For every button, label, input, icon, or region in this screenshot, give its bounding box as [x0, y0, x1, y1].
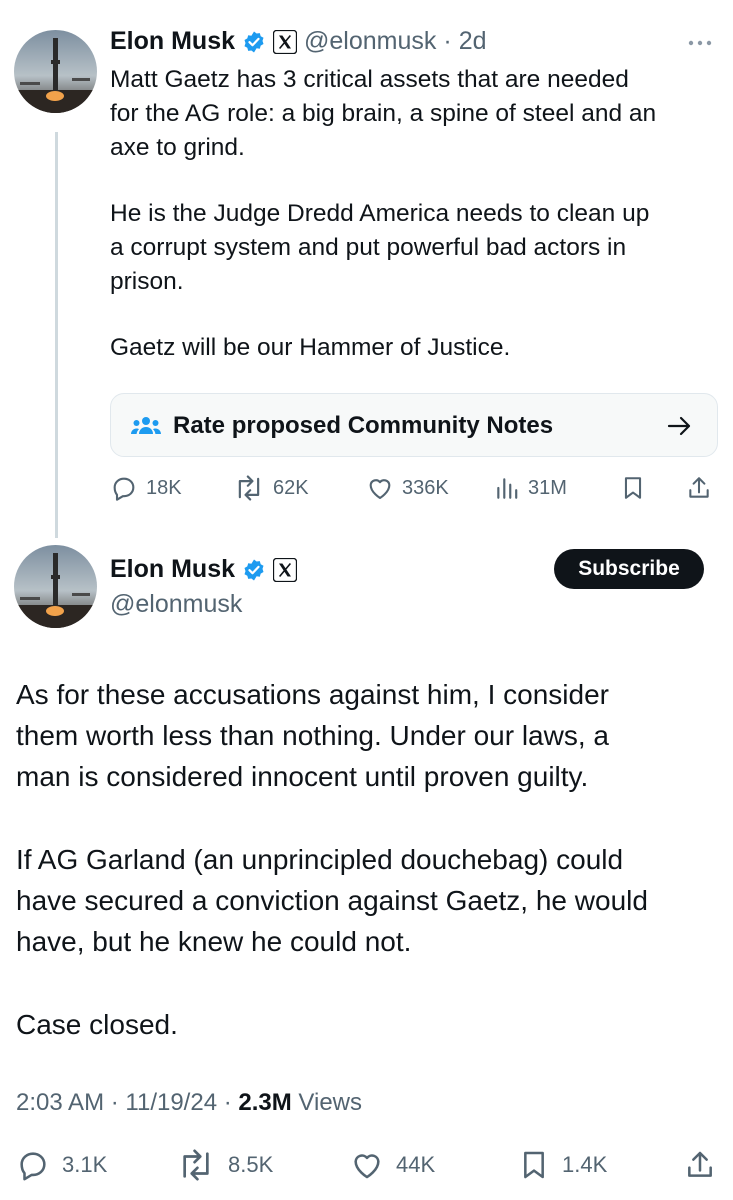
- verified-badge-icon: [242, 558, 266, 582]
- tweet-paragraph: He is the Judge Dredd America needs to c…: [110, 200, 650, 295]
- tweet-date[interactable]: 11/19/24: [125, 1089, 217, 1116]
- tweet-paragraph: Matt Gaetz has 3 critical assets that ar…: [110, 66, 657, 161]
- avatar-image: [14, 545, 97, 628]
- reply-button[interactable]: 3.1K: [16, 1148, 107, 1182]
- repost-count: 8.5K: [228, 1152, 274, 1177]
- dot-separator: ·: [223, 1089, 232, 1116]
- tweet-text: As for these accusations against him, I …: [16, 674, 716, 1045]
- bookmark-button[interactable]: 1.4K: [518, 1148, 607, 1182]
- tweet-header: Elon Musk: [110, 555, 298, 584]
- bookmark-icon[interactable]: [620, 474, 646, 507]
- like-button[interactable]: 336K: [366, 474, 449, 502]
- avatar[interactable]: [14, 30, 97, 113]
- tweet-time[interactable]: 2d: [459, 27, 487, 56]
- views-label: Views: [298, 1089, 363, 1116]
- arrow-right-icon: [667, 414, 693, 443]
- author-name[interactable]: Elon Musk: [110, 27, 235, 56]
- like-count: 44K: [396, 1152, 436, 1177]
- share-icon[interactable]: [684, 1148, 716, 1187]
- like-button[interactable]: 44K: [350, 1148, 435, 1182]
- author-handle[interactable]: @elonmusk: [304, 27, 436, 56]
- repost-count: 62K: [273, 476, 309, 499]
- avatar[interactable]: [14, 545, 97, 628]
- views-count: 2.3M: [238, 1089, 292, 1116]
- reply-button[interactable]: 18K: [110, 474, 182, 502]
- tweet-header: Elon Musk @elonmusk · 2d: [110, 27, 487, 56]
- tweet-meta: 2:03 AM · 11/19/24 · 2.3M Views: [16, 1089, 362, 1117]
- dot-separator: ·: [443, 27, 452, 55]
- x-logo-icon: [273, 29, 298, 54]
- reply-count: 3.1K: [62, 1152, 108, 1177]
- more-icon[interactable]: [686, 36, 714, 55]
- tweet-time[interactable]: 2:03 AM: [16, 1089, 104, 1116]
- views-count: 31M: [528, 476, 567, 499]
- repost-icon: [238, 475, 260, 501]
- reply-icon: [113, 477, 135, 501]
- like-icon: [369, 479, 391, 499]
- tweet-paragraph: If AG Garland (an unprincipled douchebag…: [16, 844, 648, 957]
- repost-button[interactable]: 62K: [233, 474, 309, 502]
- views-icon: [497, 478, 518, 499]
- tweet-text: Matt Gaetz has 3 critical assets that ar…: [110, 63, 722, 365]
- bookmark-count: 1.4K: [562, 1152, 608, 1177]
- tweet-paragraph: As for these accusations against him, I …: [16, 679, 609, 792]
- reply-count: 18K: [146, 476, 182, 499]
- community-notes-banner[interactable]: Rate proposed Community Notes: [110, 393, 718, 457]
- thread-line: [55, 132, 58, 538]
- repost-icon: [183, 1149, 209, 1181]
- avatar-image: [14, 30, 97, 113]
- share-icon[interactable]: [686, 474, 712, 507]
- bookmark-icon: [524, 1151, 544, 1179]
- like-icon: [354, 1154, 380, 1179]
- reply-icon: [20, 1152, 46, 1181]
- like-count: 336K: [402, 476, 449, 499]
- dot-separator: ·: [110, 1089, 119, 1116]
- author-handle[interactable]: @elonmusk: [110, 590, 242, 619]
- x-logo-icon: [273, 557, 298, 582]
- subscribe-button[interactable]: Subscribe: [554, 549, 704, 589]
- repost-button[interactable]: 8.5K: [176, 1148, 273, 1182]
- tweet-paragraph: Case closed.: [16, 1009, 178, 1040]
- tweet-paragraph: Gaetz will be our Hammer of Justice.: [110, 334, 511, 361]
- verified-badge-icon: [242, 30, 266, 54]
- community-notes-icon: [131, 414, 161, 443]
- community-notes-label: Rate proposed Community Notes: [173, 412, 554, 439]
- author-name[interactable]: Elon Musk: [110, 555, 235, 584]
- views-button[interactable]: 31M: [494, 474, 567, 502]
